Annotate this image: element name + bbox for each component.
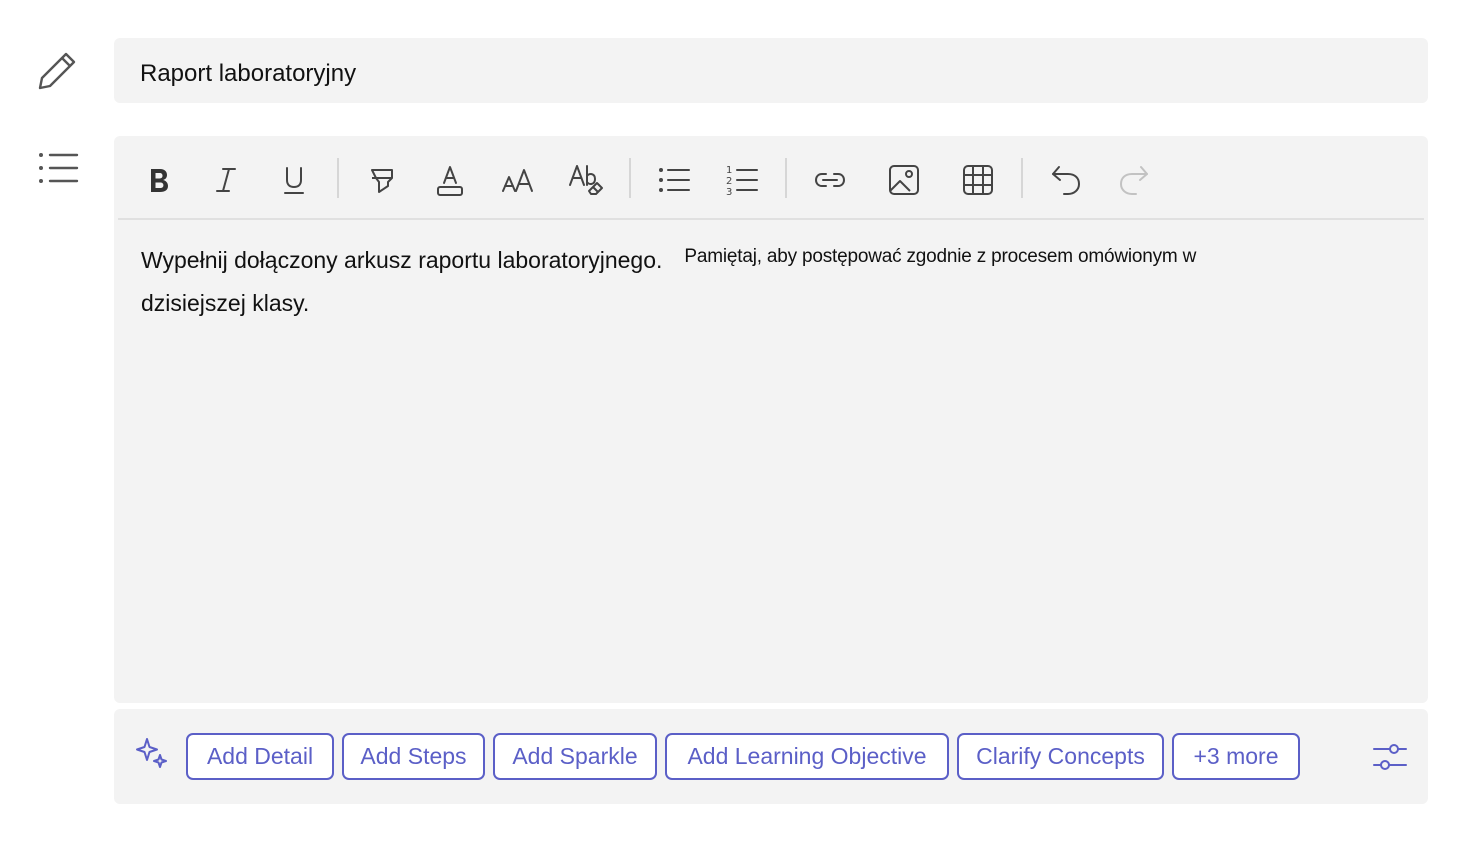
editor-content[interactable]: Wypełnij dołączony arkusz raportu labora… xyxy=(141,240,1401,323)
add-learning-objective-chip[interactable]: Add Learning Objective xyxy=(665,733,949,780)
underline-button[interactable] xyxy=(270,156,318,204)
description-editor[interactable]: 1 2 3 Wypełnij dołączony arkusz raportu … xyxy=(114,136,1428,703)
title-field[interactable]: Raport laboratoryjny xyxy=(114,38,1428,103)
image-icon xyxy=(889,165,919,195)
toolbar-separator xyxy=(1021,158,1023,198)
bold-icon xyxy=(151,169,168,192)
font-color-icon xyxy=(437,166,463,196)
font-size-button[interactable] xyxy=(494,156,542,204)
add-steps-chip[interactable]: Add Steps xyxy=(342,733,485,780)
link-icon xyxy=(814,173,846,187)
editor-text-part1: Wypełnij dołączony arkusz raportu labora… xyxy=(141,247,663,273)
underline-icon xyxy=(284,167,304,194)
highlight-button[interactable] xyxy=(358,156,406,204)
toolbar-separator xyxy=(629,158,631,198)
add-detail-chip[interactable]: Add Detail xyxy=(186,733,334,780)
toolbar-separator xyxy=(337,158,339,198)
image-button[interactable] xyxy=(880,156,928,204)
numbered-list-button[interactable]: 1 2 3 xyxy=(718,156,766,204)
ai-suggestions-bar: Add Detail Add Steps Add Sparkle Add Lea… xyxy=(114,709,1428,804)
bulleted-list-icon xyxy=(659,168,690,192)
svg-text:1: 1 xyxy=(726,165,732,176)
editor-text-line2: dzisiejszej klasy. xyxy=(141,290,310,316)
font-size-icon xyxy=(502,169,533,192)
undo-button[interactable] xyxy=(1042,156,1090,204)
toolbar-separator xyxy=(785,158,787,198)
highlighter-icon xyxy=(371,169,393,193)
sliders-icon[interactable] xyxy=(1370,737,1410,777)
italic-button[interactable] xyxy=(202,156,250,204)
italic-icon xyxy=(216,168,236,192)
clarify-concepts-chip[interactable]: Clarify Concepts xyxy=(957,733,1164,780)
editor-text-part2: Pamiętaj, aby postępować zgodnie z proce… xyxy=(684,246,1197,267)
link-button[interactable] xyxy=(806,156,854,204)
more-suggestions-chip[interactable]: +3 more xyxy=(1172,733,1300,780)
title-value: Raport laboratoryjny xyxy=(140,60,357,87)
pencil-icon xyxy=(38,52,76,90)
undo-icon xyxy=(1052,166,1081,195)
clear-formatting-icon xyxy=(569,165,603,195)
svg-text:3: 3 xyxy=(726,187,732,198)
clear-formatting-button[interactable] xyxy=(562,156,610,204)
toolbar-divider xyxy=(118,218,1424,220)
sparkle-icon xyxy=(136,738,167,768)
font-color-button[interactable] xyxy=(426,156,474,204)
bold-button[interactable] xyxy=(134,156,182,204)
bulleted-list-icon xyxy=(39,153,79,183)
numbered-list-icon: 1 2 3 xyxy=(726,165,758,198)
formatting-toolbar: 1 2 3 xyxy=(114,136,1428,220)
redo-button[interactable] xyxy=(1110,156,1158,204)
table-button[interactable] xyxy=(954,156,1002,204)
table-icon xyxy=(963,165,993,195)
bulleted-list-button[interactable] xyxy=(650,156,698,204)
add-sparkle-chip[interactable]: Add Sparkle xyxy=(493,733,657,780)
svg-text:2: 2 xyxy=(726,176,732,187)
redo-icon xyxy=(1119,166,1148,195)
